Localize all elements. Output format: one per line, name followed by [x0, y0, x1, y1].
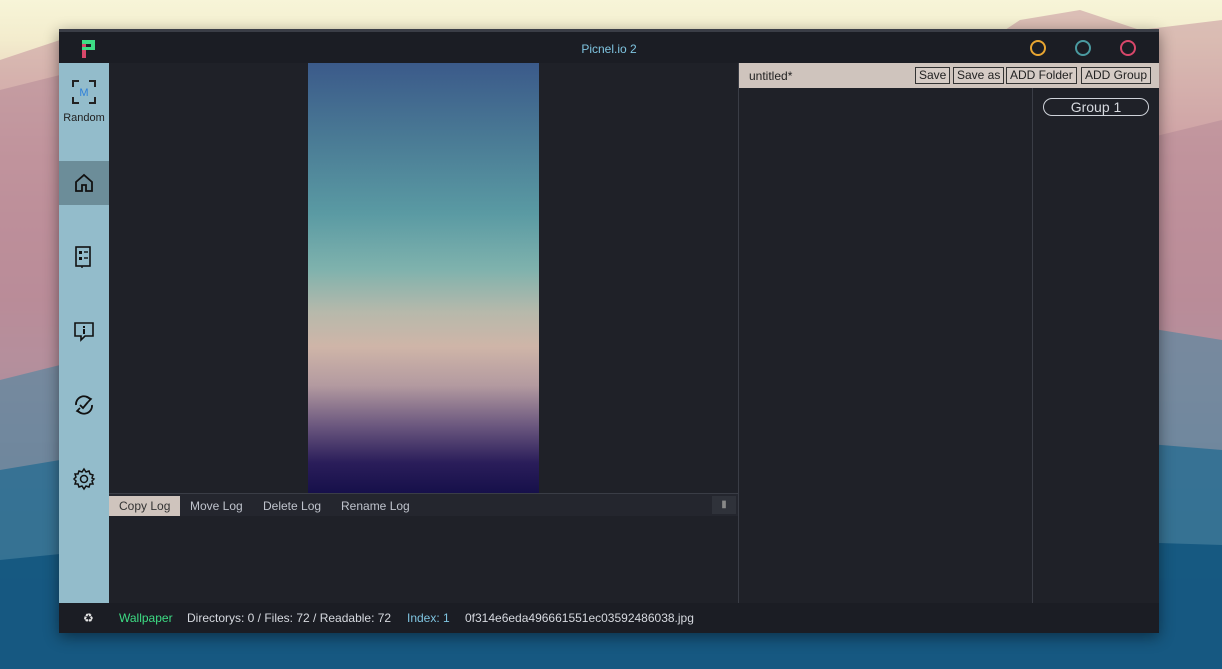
group-toolbar: untitled* Save Save as ADD Folder ADD Gr…	[739, 63, 1159, 88]
add-folder-button[interactable]: ADD Folder	[1006, 67, 1077, 84]
tab-move-log[interactable]: Move Log	[180, 496, 253, 516]
tab-rename-log[interactable]: Rename Log	[331, 496, 420, 516]
wallpaper-preview-image[interactable]	[308, 63, 539, 493]
status-folder: Wallpaper	[119, 611, 173, 625]
save-as-button[interactable]: Save as	[953, 67, 1005, 84]
log-tab-bar: Copy Log Move Log Delete Log Rename Log …	[109, 493, 738, 517]
random-label: Random	[63, 112, 105, 124]
status-counts: Directorys: 0 / Files: 72 / Readable: 72	[187, 611, 392, 625]
project-file-name: untitled*	[749, 69, 793, 83]
random-icon: M	[72, 80, 96, 104]
sidebar-item-settings[interactable]	[59, 457, 109, 501]
info-bubble-icon	[74, 322, 94, 342]
sidebar-item-home[interactable]	[59, 161, 109, 205]
groups-column: Group 1	[1032, 88, 1159, 603]
sidebar-item-files[interactable]	[59, 235, 109, 279]
save-button[interactable]: Save	[915, 67, 951, 84]
home-icon	[75, 173, 93, 192]
gear-icon	[72, 467, 96, 491]
log-content	[109, 516, 738, 603]
sync-check-icon	[75, 395, 93, 415]
sidebar: M Random	[59, 63, 109, 603]
app-window: Picnel.io 2 M Random Copy Log Move Log D…	[59, 29, 1159, 633]
svg-text:M: M	[79, 87, 88, 99]
sidebar-item-sync[interactable]	[59, 383, 109, 427]
group-item[interactable]: Group 1	[1043, 98, 1149, 116]
group-panel: untitled* Save Save as ADD Folder ADD Gr…	[738, 63, 1159, 603]
tab-copy-log[interactable]: Copy Log	[109, 496, 181, 516]
status-filename: 0f314e6eda496661551ec03592486038.jpg	[465, 611, 694, 625]
title-bar: Picnel.io 2	[59, 29, 1159, 63]
app-title: Picnel.io 2	[581, 42, 637, 56]
tab-delete-log[interactable]: Delete Log	[253, 496, 331, 516]
file-list-icon	[75, 246, 91, 268]
status-bar: ♻ Wallpaper Directorys: 0 / Files: 72 / …	[59, 603, 1159, 633]
image-viewer[interactable]	[109, 63, 738, 493]
sidebar-item-info[interactable]	[59, 309, 109, 353]
recycle-icon[interactable]: ♻	[83, 603, 94, 633]
minimize-button[interactable]	[1030, 40, 1046, 56]
maximize-button[interactable]	[1075, 40, 1091, 56]
status-index: Index: 1	[407, 611, 450, 625]
clear-log-icon[interactable]: ▮	[712, 496, 736, 514]
close-button[interactable]	[1120, 40, 1136, 56]
random-button[interactable]: M Random	[59, 79, 109, 124]
add-group-button[interactable]: ADD Group	[1081, 67, 1152, 84]
